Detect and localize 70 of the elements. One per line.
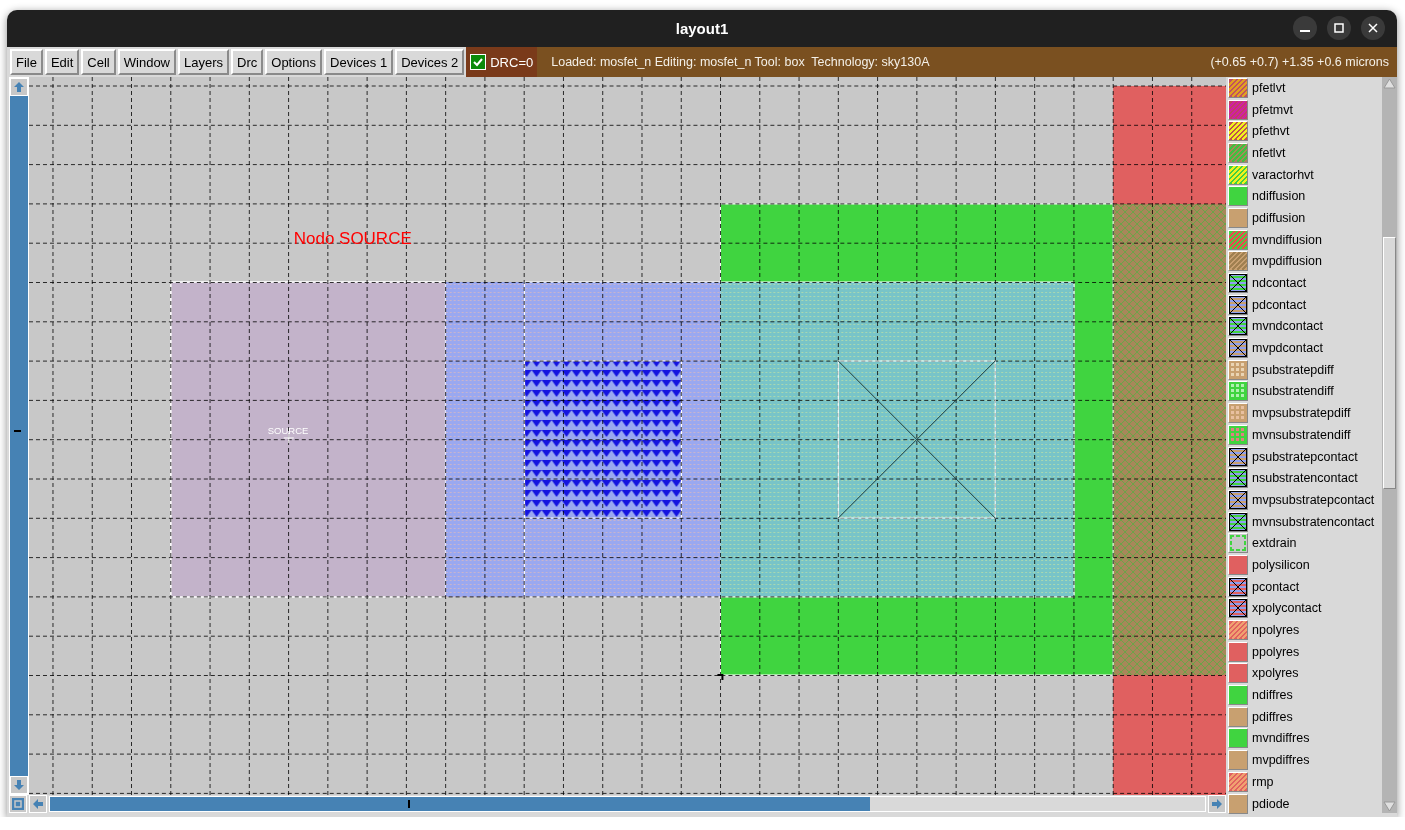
menu-button[interactable]: Drc <box>231 49 264 75</box>
vertical-scrollbar[interactable] <box>9 77 29 795</box>
minimize-icon <box>1300 30 1310 32</box>
layer-name[interactable]: ndiffusion <box>1252 189 1306 204</box>
layer-name[interactable]: mvndiffusion <box>1252 232 1322 247</box>
layer-name[interactable]: mvnsubstratendiff <box>1252 427 1351 442</box>
window-title: layout1 <box>675 20 729 37</box>
arrow-left-icon <box>32 798 44 810</box>
menu-button[interactable]: Cell <box>81 49 116 75</box>
layer-name[interactable]: mvnsubstratencontact <box>1252 514 1375 529</box>
menu-button[interactable]: Options <box>265 49 323 75</box>
drc-checkbox[interactable] <box>470 54 487 70</box>
menu-button[interactable]: Devices 2 <box>395 49 465 75</box>
horizontal-scrollbar[interactable] <box>49 796 1206 812</box>
scroll-down-button[interactable] <box>10 776 28 794</box>
minimize-button[interactable] <box>1293 16 1317 40</box>
menu-button[interactable]: Window <box>117 49 176 75</box>
layer-name[interactable]: nsubstratendiff <box>1252 384 1334 399</box>
layer-name[interactable]: nfetlvt <box>1252 145 1286 160</box>
layer-name[interactable]: varactorhvt <box>1252 167 1314 182</box>
layer-name[interactable]: mvndcontact <box>1252 319 1323 334</box>
layer-name[interactable]: mvndiffres <box>1252 731 1310 746</box>
layer-name[interactable]: pdcontact <box>1252 297 1307 312</box>
arrow-right-icon <box>1211 798 1223 810</box>
layer-name[interactable]: psubstratepcontact <box>1252 449 1358 464</box>
arrow-down-icon <box>13 779 25 791</box>
layer-name[interactable]: pfetlvt <box>1252 80 1286 95</box>
menu-button[interactable]: Devices 1 <box>324 49 394 75</box>
status-info: Loaded: mosfet_n Editing: mosfet_n Tool: box Technology: sky130A <box>551 55 930 69</box>
close-button[interactable] <box>1361 16 1385 40</box>
layer-name[interactable]: mvpdcontact <box>1252 341 1323 356</box>
scroll-left-button[interactable] <box>29 795 47 813</box>
square-icon <box>12 798 24 810</box>
layer-name[interactable]: pcontact <box>1252 579 1300 594</box>
layer-name[interactable]: rmp <box>1252 774 1274 789</box>
layer-name[interactable]: ndiffres <box>1252 688 1293 703</box>
layer-name[interactable]: pfetmvt <box>1252 102 1293 117</box>
layer-name[interactable]: pdiffres <box>1252 709 1293 724</box>
scroll-up-button[interactable] <box>10 78 28 96</box>
layer-name[interactable]: mvpdiffusion <box>1252 254 1322 269</box>
arrow-up-icon <box>13 81 25 93</box>
checkmark-icon <box>472 56 485 68</box>
annotation-text: Nodo SOURCE <box>293 229 412 248</box>
menu-button[interactable]: Layers <box>178 49 230 75</box>
cursor-coordinates: (+0.65 +0.7) +1.35 +0.6 microns <box>1210 55 1389 69</box>
layer-name[interactable]: psubstratepdiff <box>1252 362 1334 377</box>
layer-name[interactable]: pdiode <box>1252 796 1290 811</box>
layer-name[interactable]: mvpsubstratepcontact <box>1252 492 1375 507</box>
layer-name[interactable]: pfethvt <box>1252 124 1290 139</box>
port-label: SOURCE <box>267 425 309 436</box>
close-icon <box>1368 23 1378 33</box>
layer-name[interactable]: mvpdiffres <box>1252 753 1310 768</box>
layer-name[interactable]: ppolyres <box>1252 644 1300 659</box>
layer-name[interactable]: polysilicon <box>1252 557 1310 572</box>
scroll-right-button[interactable] <box>1208 795 1226 813</box>
drc-label: DRC=0 <box>490 54 534 70</box>
menu-button[interactable]: File <box>10 49 43 75</box>
layer-name[interactable]: xpolyres <box>1252 666 1299 681</box>
layer-name[interactable]: mvpsubstratepdiff <box>1252 406 1351 421</box>
layer-name[interactable]: extdrain <box>1252 536 1297 551</box>
layer-name[interactable]: ndcontact <box>1252 276 1307 291</box>
layer-name[interactable]: npolyres <box>1252 623 1300 638</box>
layer-name[interactable]: nsubstratencontact <box>1252 471 1358 486</box>
maximize-button[interactable] <box>1327 16 1351 40</box>
maximize-icon <box>1334 23 1344 33</box>
layer-scrollbar[interactable] <box>1382 77 1397 813</box>
layer-name[interactable]: xpolycontact <box>1252 601 1322 616</box>
menu-button[interactable]: Edit <box>44 49 80 75</box>
layer-name[interactable]: pdiffusion <box>1252 210 1306 225</box>
zoom-fit-button[interactable] <box>9 795 27 813</box>
